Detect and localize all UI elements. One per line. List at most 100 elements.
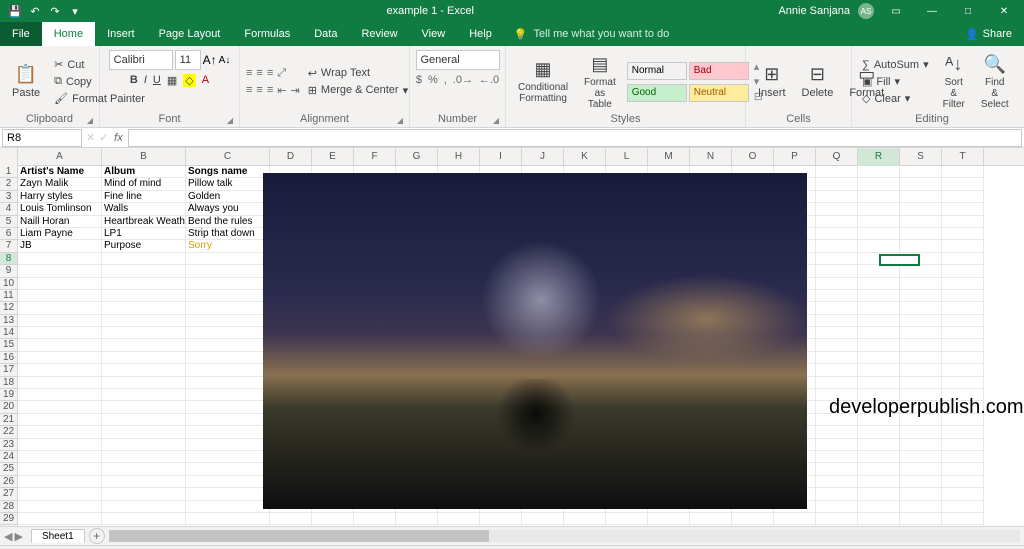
cell[interactable] — [816, 216, 858, 228]
sort-filter-button[interactable]: ᴬ↓Sort & Filter — [937, 52, 971, 112]
row-header[interactable]: 20 — [0, 401, 17, 413]
cell[interactable] — [102, 426, 186, 438]
cell[interactable] — [18, 290, 102, 302]
clear-button[interactable]: ◇Clear ▾ — [858, 91, 933, 106]
cell[interactable] — [942, 352, 984, 364]
cell[interactable] — [816, 315, 858, 327]
align-top-icon[interactable]: ≡ — [246, 67, 252, 80]
row-header[interactable]: 29 — [0, 513, 17, 525]
cell[interactable]: Pillow talk — [186, 178, 270, 190]
cell[interactable] — [816, 203, 858, 215]
cell[interactable]: Golden — [186, 191, 270, 203]
cell[interactable] — [186, 377, 270, 389]
tell-me[interactable]: 💡Tell me what you want to do — [514, 22, 669, 46]
cell[interactable] — [102, 302, 186, 314]
cell[interactable] — [858, 476, 900, 488]
cell[interactable]: Strip that down — [186, 228, 270, 240]
cell[interactable] — [186, 463, 270, 475]
delete-cells-button[interactable]: ⊟Delete — [796, 62, 840, 101]
cell[interactable] — [312, 513, 354, 525]
cell[interactable] — [900, 352, 942, 364]
cell[interactable] — [858, 488, 900, 500]
cell[interactable]: Songs name — [186, 166, 270, 178]
column-header[interactable]: I — [480, 148, 522, 166]
cell[interactable] — [186, 253, 270, 265]
cell[interactable] — [18, 451, 102, 463]
cell[interactable] — [858, 339, 900, 351]
row-header[interactable]: 12 — [0, 302, 17, 314]
cell[interactable] — [564, 513, 606, 525]
accounting-format-icon[interactable]: $ — [416, 74, 422, 86]
cell[interactable] — [942, 513, 984, 525]
cell[interactable] — [858, 203, 900, 215]
cell[interactable] — [900, 265, 942, 277]
dialog-launcher-icon[interactable]: ◢ — [227, 116, 233, 125]
cell[interactable]: JB — [18, 240, 102, 252]
insert-cells-button[interactable]: ⊞Insert — [752, 62, 792, 101]
cell[interactable] — [816, 451, 858, 463]
cell[interactable] — [942, 265, 984, 277]
tab-home[interactable]: Home — [42, 22, 95, 46]
sheet-nav-prev-icon[interactable]: ◀ — [4, 530, 12, 543]
row-header[interactable]: 28 — [0, 501, 17, 513]
cell[interactable] — [858, 278, 900, 290]
select-all-corner[interactable] — [0, 148, 18, 166]
tab-insert[interactable]: Insert — [95, 22, 147, 46]
cell[interactable] — [186, 339, 270, 351]
cell[interactable] — [942, 439, 984, 451]
cell[interactable] — [102, 488, 186, 500]
ribbon-display-icon[interactable]: ▭ — [882, 0, 910, 22]
cell[interactable] — [816, 364, 858, 376]
cell[interactable] — [900, 166, 942, 178]
cell[interactable] — [900, 216, 942, 228]
cell[interactable]: Zayn Malik — [18, 178, 102, 190]
cell[interactable] — [900, 191, 942, 203]
cell[interactable] — [942, 451, 984, 463]
cell[interactable] — [18, 401, 102, 413]
column-header[interactable]: D — [270, 148, 312, 166]
column-header[interactable]: J — [522, 148, 564, 166]
column-header[interactable]: K — [564, 148, 606, 166]
cell[interactable]: Walls — [102, 203, 186, 215]
cell[interactable] — [18, 389, 102, 401]
cell[interactable] — [816, 513, 858, 525]
row-header[interactable]: 21 — [0, 414, 17, 426]
orientation-icon[interactable]: ⤢ — [277, 67, 286, 80]
cell[interactable]: Bend the rules — [186, 216, 270, 228]
cell[interactable]: Heartbreak Weather — [102, 216, 186, 228]
cell[interactable] — [942, 278, 984, 290]
cell[interactable] — [102, 501, 186, 513]
align-left-icon[interactable]: ≡ — [246, 84, 252, 97]
paste-button[interactable]: 📋Paste — [6, 62, 46, 101]
cell[interactable] — [186, 488, 270, 500]
cell[interactable] — [858, 166, 900, 178]
cell[interactable] — [186, 501, 270, 513]
column-header[interactable]: L — [606, 148, 648, 166]
format-as-table-button[interactable]: ▤Format as Table — [578, 52, 622, 112]
cell[interactable] — [942, 339, 984, 351]
cell[interactable] — [816, 278, 858, 290]
column-header[interactable]: Q — [816, 148, 858, 166]
cell[interactable] — [816, 166, 858, 178]
font-color-button[interactable]: A — [202, 74, 209, 87]
undo-icon[interactable]: ↶ — [28, 4, 42, 18]
row-header[interactable]: 5 — [0, 216, 17, 228]
cell[interactable] — [18, 315, 102, 327]
column-header[interactable]: N — [690, 148, 732, 166]
cell[interactable] — [186, 426, 270, 438]
row-header[interactable]: 23 — [0, 439, 17, 451]
tab-help[interactable]: Help — [457, 22, 504, 46]
column-header[interactable]: G — [396, 148, 438, 166]
cell[interactable] — [186, 327, 270, 339]
cancel-icon[interactable]: ✕ — [82, 131, 99, 144]
row-header[interactable]: 15 — [0, 339, 17, 351]
cell[interactable] — [186, 451, 270, 463]
cell[interactable] — [186, 389, 270, 401]
cell[interactable]: Artist's Name — [18, 166, 102, 178]
cell[interactable] — [102, 364, 186, 376]
column-header[interactable]: H — [438, 148, 480, 166]
sheet-tab[interactable]: Sheet1 — [31, 529, 85, 543]
cell[interactable] — [942, 228, 984, 240]
cell[interactable] — [690, 513, 732, 525]
column-header[interactable]: B — [102, 148, 186, 166]
